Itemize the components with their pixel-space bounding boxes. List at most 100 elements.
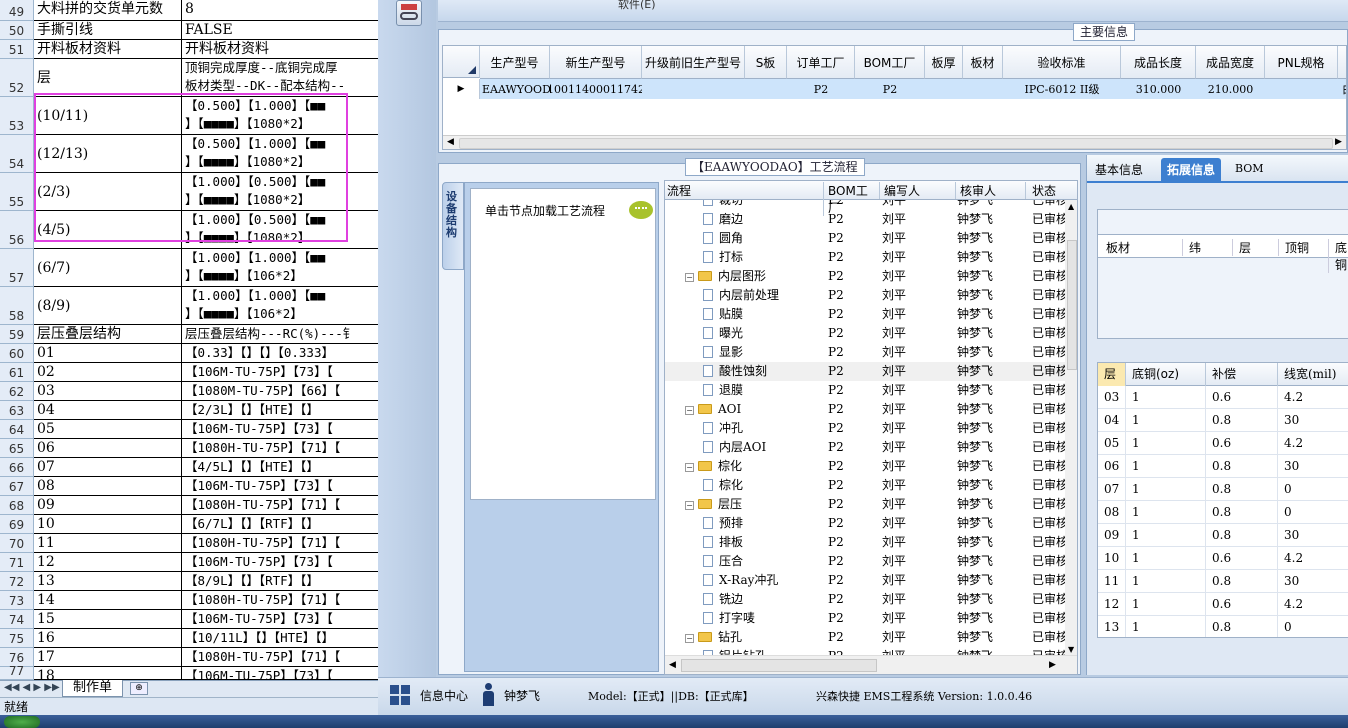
row-header[interactable]: 50 (0, 21, 34, 40)
process-node[interactable]: 棕化 (703, 476, 831, 495)
layer-row[interactable]: 08 1 0.8 0 (1098, 501, 1348, 524)
process-row[interactable]: − AOI P2 刘平 钟梦飞 已审核 (665, 400, 1065, 419)
cell-a[interactable]: 16 (34, 629, 182, 648)
process-row[interactable]: 退膜 P2 刘平 钟梦飞 已审核 (665, 381, 1065, 400)
cell-a[interactable]: 08 (34, 477, 182, 496)
main-info-cell-2[interactable] (642, 79, 745, 99)
main-info-cell-3[interactable] (745, 79, 787, 99)
row-header[interactable]: 75 (0, 629, 34, 648)
scroll-down-icon[interactable]: ▼ (1068, 645, 1074, 654)
scroll-thumb[interactable] (459, 138, 1333, 149)
tab-basic-info[interactable]: 基本信息 (1095, 161, 1143, 178)
row-header[interactable]: 65 (0, 439, 34, 458)
tree-scroll-right-icon[interactable]: ▶ (1049, 660, 1056, 670)
new-sheet-icon[interactable]: ⊕ (130, 682, 148, 695)
process-row[interactable]: 内层前处理 P2 刘平 钟梦飞 已审核 (665, 286, 1065, 305)
main-info-col-0[interactable]: 生产型号 (480, 46, 550, 79)
cell-b[interactable]: 【106M-TU-75P】【73】【 (182, 420, 378, 439)
cell-a[interactable]: 14 (34, 591, 182, 610)
process-node[interactable]: 退膜 (703, 381, 831, 400)
cell-b[interactable]: 【106M-TU-75P】【73】【 (182, 477, 378, 496)
main-info-col-10[interactable]: 成品宽度 (1196, 46, 1265, 79)
tab-extended-info[interactable]: 拓展信息 (1161, 158, 1222, 183)
main-info-cell-10[interactable]: 210.000 (1196, 79, 1265, 99)
process-row[interactable]: 酸性蚀刻 P2 刘平 钟梦飞 已审核 (665, 362, 1065, 381)
process-node[interactable]: 贴膜 (703, 305, 831, 324)
cell-b[interactable]: 【6/7L】【】【RTF】【】 (182, 515, 378, 534)
cell-a[interactable]: 18 (34, 667, 182, 680)
cell-a[interactable]: 03 (34, 382, 182, 401)
layer-row[interactable]: 05 1 0.6 4.2 (1098, 432, 1348, 455)
main-info-cell-4[interactable]: P2 (787, 79, 855, 99)
main-info-cell-11[interactable] (1265, 79, 1338, 99)
main-info-col-7[interactable]: 板材 (963, 46, 1003, 79)
cell-a[interactable]: 层 (34, 59, 182, 97)
layer-row[interactable]: 09 1 0.8 30 (1098, 524, 1348, 547)
layer-row[interactable]: 07 1 0.8 0 (1098, 478, 1348, 501)
process-node[interactable]: − AOI (685, 400, 813, 419)
cell-b[interactable]: 【10/11L】【】【HTE】【】 (182, 629, 378, 648)
cell-b[interactable]: 层压叠层结构---RC(%)---钅 (182, 325, 378, 344)
cell-b[interactable]: 【1080H-TU-75P】【71】【 (182, 534, 378, 553)
cell-a[interactable]: (6/7) (34, 249, 182, 287)
row-header[interactable]: 71 (0, 553, 34, 572)
main-info-col-12[interactable]: 字符 (1338, 46, 1346, 79)
sheet-tab-active[interactable]: 制作单 (62, 680, 124, 697)
process-row[interactable]: 压合 P2 刘平 钟梦飞 已审核 (665, 552, 1065, 571)
cell-a[interactable]: 09 (34, 496, 182, 515)
process-row[interactable]: 冲孔 P2 刘平 钟梦飞 已审核 (665, 419, 1065, 438)
row-header[interactable]: 66 (0, 458, 34, 477)
row-header[interactable]: 62 (0, 382, 34, 401)
layer-row[interactable]: 12 1 0.6 4.2 (1098, 593, 1348, 616)
main-info-cell-12[interactable]: 白色字 (1338, 79, 1346, 99)
cell-b[interactable]: 【2/3L】【】【HTE】【】 (182, 401, 378, 420)
process-node[interactable]: 排板 (703, 533, 831, 552)
row-header[interactable]: 53 (0, 97, 34, 135)
process-node[interactable]: X-Ray冲孔 (703, 571, 831, 590)
tree-vertical-scrollbar[interactable]: ▲ ▼ (1065, 200, 1077, 655)
main-info-cell-0[interactable]: EAAWYOODAO (480, 79, 550, 99)
process-row[interactable]: 贴膜 P2 刘平 钟梦飞 已审核 (665, 305, 1065, 324)
layer-row[interactable]: 03 1 0.6 4.2 (1098, 386, 1348, 409)
row-header[interactable]: 67 (0, 477, 34, 496)
row-header[interactable]: 58 (0, 287, 34, 325)
cell-a[interactable]: 15 (34, 610, 182, 629)
cell-a[interactable]: 11 (34, 534, 182, 553)
process-node[interactable]: 预排 (703, 514, 831, 533)
row-header[interactable]: 74 (0, 610, 34, 629)
row-header[interactable]: 49 (0, 0, 34, 21)
cell-b[interactable]: 【1.000】【0.500】【■■ 】【■■■■】【1080*2】 (182, 173, 378, 211)
cell-b[interactable]: 【0.33】【】【】【0.333】 (182, 344, 378, 363)
main-info-col-2[interactable]: 升级前旧生产型号 (642, 46, 745, 79)
cell-b[interactable]: 【0.500】【1.000】【■■ 】【■■■■】【1080*2】 (182, 97, 378, 135)
row-header[interactable]: 69 (0, 515, 34, 534)
info-center-icon[interactable] (390, 685, 410, 705)
layer-row[interactable]: 04 1 0.8 30 (1098, 409, 1348, 432)
process-node[interactable]: 显影 (703, 343, 831, 362)
process-node[interactable]: − 内层图形 (685, 267, 813, 286)
process-node[interactable]: 冲孔 (703, 419, 831, 438)
main-info-cell-7[interactable] (963, 79, 1003, 99)
tab-equipment-structure[interactable]: 设备结构 (442, 182, 464, 270)
cell-b[interactable]: 【1.000】【1.000】【■■ 】【■■■■】【106*2】 (182, 287, 378, 325)
process-row[interactable]: 排板 P2 刘平 钟梦飞 已审核 (665, 533, 1065, 552)
process-node[interactable]: 曝光 (703, 324, 831, 343)
process-row[interactable]: 显影 P2 刘平 钟梦飞 已审核 (665, 343, 1065, 362)
cell-a[interactable]: (10/11) (34, 97, 182, 135)
process-row[interactable]: − 棕化 P2 刘平 钟梦飞 已审核 (665, 457, 1065, 476)
cell-b[interactable]: 【106M-TU-75P】【73】【 (182, 667, 378, 680)
process-node[interactable]: − 钻孔 (685, 628, 813, 647)
layer-row[interactable]: 06 1 0.8 30 (1098, 455, 1348, 478)
main-info-col-11[interactable]: PNL规格 (1265, 46, 1338, 79)
cell-b[interactable]: 【106M-TU-75P】【73】【 (182, 363, 378, 382)
cell-a[interactable]: 13 (34, 572, 182, 591)
process-node[interactable]: 打字唛 (703, 609, 831, 628)
process-row[interactable]: − 钻孔 P2 刘平 钟梦飞 已审核 (665, 628, 1065, 647)
toolbar-app-icon[interactable] (396, 0, 422, 26)
cell-a[interactable]: 01 (34, 344, 182, 363)
process-node[interactable]: 磨边 (703, 210, 831, 229)
process-node[interactable]: 酸性蚀刻 (703, 362, 831, 381)
cell-a[interactable]: (2/3) (34, 173, 182, 211)
process-row[interactable]: X-Ray冲孔 P2 刘平 钟梦飞 已审核 (665, 571, 1065, 590)
process-row[interactable]: 圆角 P2 刘平 钟梦飞 已审核 (665, 229, 1065, 248)
